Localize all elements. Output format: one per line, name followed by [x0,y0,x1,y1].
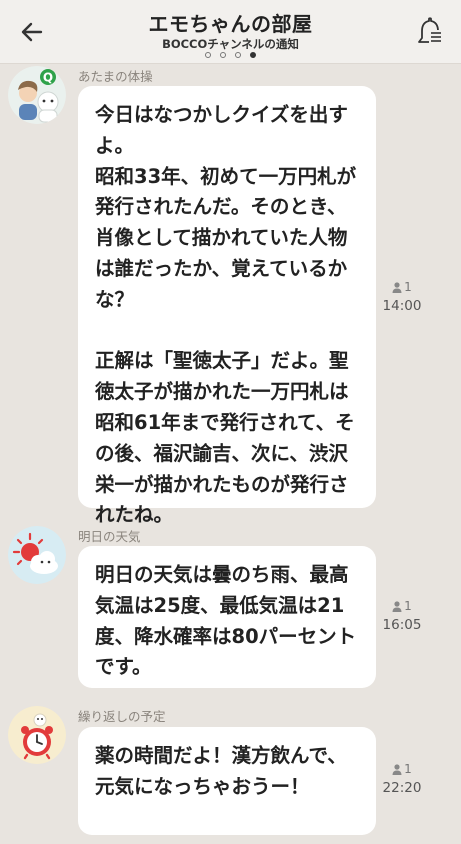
bell-list-icon [418,17,443,43]
sender-name: あたまの体操 [78,69,153,84]
message-bubble[interactable]: 明日の天気は曇のち雨、最高気温は25度、最低気温は21度、降水確率は80パーセン… [78,546,376,688]
sender-name: 繰り返しの予定 [78,709,166,724]
person-icon [392,763,402,775]
page-dot [205,52,211,58]
message-time: 22:20 [382,780,422,796]
read-count: 1 [380,599,424,613]
page-indicator [0,52,461,58]
alarm-clock-icon[interactable] [8,706,66,764]
page-dot-active [250,52,256,58]
read-count-value: 1 [404,762,412,776]
message-time: 16:05 [382,617,422,633]
page-dot [235,52,241,58]
read-count: 1 [380,762,424,776]
message-meta: 1 22:20 [380,762,424,796]
message-time: 14:00 [382,298,422,314]
page-title: エモちゃんの部屋 [148,12,313,36]
notification-settings-button[interactable] [415,16,445,48]
person-icon [392,600,402,612]
svg-text:Q: Q [43,71,53,85]
message-meta: 1 16:05 [380,599,424,633]
weather-sun-cloud-icon[interactable] [8,526,66,584]
read-count-value: 1 [404,599,412,613]
page-dot [220,52,226,58]
quiz-character-icon[interactable]: Q [8,66,66,124]
read-count-value: 1 [404,280,412,294]
read-count: 1 [380,280,424,294]
app-header: エモちゃんの部屋 BOCCOチャンネルの通知 [0,0,461,64]
page-subtitle: BOCCOチャンネルの通知 [162,37,299,51]
sender-name: 明日の天気 [78,529,141,544]
person-icon [392,281,402,293]
message-bubble[interactable]: 薬の時間だよ！漢方飲んで、元気になっちゃおうー！ [78,727,376,835]
message-meta: 1 14:00 [380,280,424,314]
message-bubble[interactable]: 今日はなつかしクイズを出すよ。 昭和33年、初めて一万円札が発行されたんだ。その… [78,86,376,526]
